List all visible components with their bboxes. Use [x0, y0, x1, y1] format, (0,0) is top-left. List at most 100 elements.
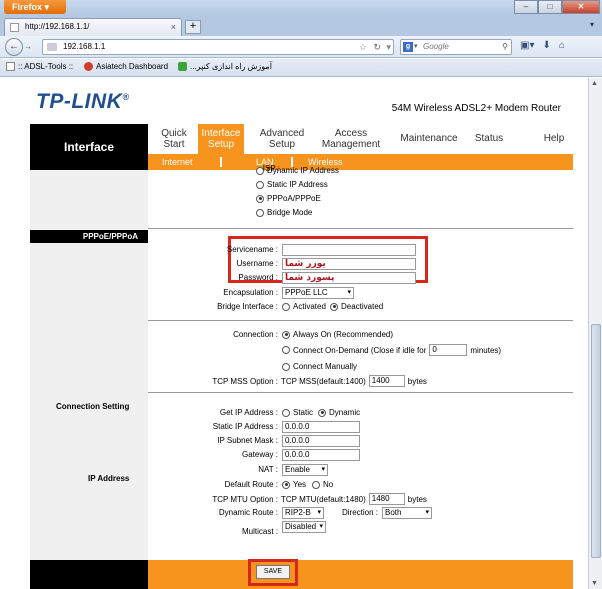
search-icon[interactable]: ⚲ — [502, 40, 508, 54]
bookmark-star-icon[interactable]: ☆ — [359, 40, 367, 54]
bookmark-adsl-tools[interactable]: :: ADSL-Tools :: — [6, 62, 73, 71]
bookmark-asiatech[interactable]: Asiatech Dashboard — [84, 62, 168, 71]
menu-label: Start — [163, 139, 185, 150]
default-route-no-option[interactable]: No — [312, 480, 333, 489]
radio[interactable] — [256, 180, 264, 189]
direction-label: Direction : — [341, 508, 378, 517]
back-button[interactable]: ← — [5, 38, 23, 56]
option-label: Dynamic — [329, 408, 361, 417]
maximize-icon[interactable]: □ — [538, 0, 562, 14]
direction-select[interactable]: Both — [382, 507, 432, 519]
tcp-mss-default-text: TCP MSS(default:1400) — [281, 376, 366, 386]
form-content: ISP : Dynamic IP Address Static IP Addre… — [148, 164, 573, 589]
url-bar[interactable]: 192.168.1.1 ☆ ↻ ▾ — [42, 39, 394, 55]
radio[interactable] — [282, 302, 290, 311]
isp-pppoa-option[interactable]: PPPoA/PPPoE — [256, 194, 321, 203]
radio[interactable] — [256, 166, 264, 175]
radio[interactable] — [256, 208, 264, 217]
search-placeholder: Google — [423, 42, 449, 51]
default-route-yes-option[interactable]: Yes — [282, 480, 306, 489]
encapsulation-select[interactable]: PPPoE LLC — [282, 287, 354, 299]
menu-help[interactable]: Help — [542, 133, 566, 144]
tab-list-icon[interactable]: ▾ — [590, 20, 594, 29]
home-icon[interactable]: ⌂ — [559, 40, 565, 51]
option-label: Static IP Address — [267, 180, 328, 189]
vertical-scrollbar[interactable]: ▲ ▼ — [588, 78, 602, 589]
forward-button[interactable]: → — [24, 41, 36, 53]
menu-status[interactable]: Status — [474, 133, 504, 144]
get-ip-dynamic-option[interactable]: Dynamic — [318, 408, 360, 417]
scrollbar-thumb[interactable] — [591, 324, 601, 558]
conn-always-on-option[interactable]: Always On (Recommended) — [282, 330, 393, 339]
scroll-up-icon[interactable]: ▲ — [591, 80, 598, 87]
gateway-input[interactable]: 0.0.0.0 — [282, 449, 360, 461]
browser-tab[interactable]: http://192.168.1.1/ × — [4, 18, 182, 36]
reload-icon[interactable]: ↻ — [373, 40, 381, 54]
tcp-mtu-input[interactable]: 1480 — [368, 493, 405, 505]
firefox-menu-button[interactable]: Firefox ▾ — [4, 0, 66, 14]
bookmarks-menu-icon[interactable]: ▣▾ — [520, 40, 534, 51]
save-button[interactable]: SAVE — [256, 565, 290, 579]
radio[interactable] — [282, 408, 290, 417]
radio-selected[interactable] — [318, 408, 326, 417]
minimize-icon[interactable]: – — [514, 0, 538, 14]
radio-selected[interactable] — [282, 480, 290, 489]
option-label: Static — [293, 408, 314, 417]
menu-quick-start[interactable]: Quick Start — [154, 128, 194, 150]
nat-select[interactable]: Enable — [282, 464, 328, 476]
tcp-mss-label: TCP MSS Option : — [212, 376, 278, 386]
radio[interactable] — [312, 480, 320, 489]
subnet-mask-input[interactable]: 0.0.0.0 — [282, 435, 360, 447]
bookmark-kenper[interactable]: ...آموزش راه اندازی کنپر — [178, 62, 272, 71]
multicast-label: Multicast : — [241, 527, 278, 536]
password-label: Password : — [238, 273, 278, 282]
servicename-input[interactable] — [282, 244, 416, 256]
bridge-deactivated-option[interactable]: Deactivated — [330, 302, 383, 311]
bookmark-label: :: ADSL-Tools :: — [18, 62, 74, 71]
submenu-internet[interactable]: Internet — [162, 157, 193, 167]
static-ip-input[interactable]: 0.0.0.0 — [282, 421, 360, 433]
isp-static-option[interactable]: Static IP Address — [256, 180, 328, 189]
multicast-select[interactable]: Disabled — [282, 521, 326, 533]
conn-on-demand-option[interactable]: Connect On-Demand (Close if idle for 0 m… — [282, 344, 501, 356]
bookmarks-toolbar: :: ADSL-Tools :: Asiatech Dashboard ...آ… — [0, 59, 602, 77]
menu-interface-setup[interactable]: Interface Setup — [198, 124, 244, 154]
isp-dynamic-option[interactable]: Dynamic IP Address — [256, 166, 339, 175]
close-tab-icon[interactable]: × — [171, 19, 176, 35]
search-engine-dropdown-icon[interactable]: ▾ — [414, 40, 418, 54]
bookmark-label: Asiatech Dashboard — [96, 62, 169, 71]
username-input[interactable]: یوزر شما — [282, 258, 416, 270]
menu-maintenance[interactable]: Maintenance — [398, 133, 460, 144]
tcp-mtu-row: TCP MTU Option : TCP MTU(default:1480) 1… — [188, 493, 427, 505]
nat-label: NAT : — [258, 465, 278, 474]
radio-selected[interactable] — [256, 194, 264, 203]
tab-title: http://192.168.1.1/ — [25, 22, 90, 31]
tcp-mss-input[interactable]: 1400 — [368, 375, 405, 387]
option-label: Deactivated — [341, 302, 384, 311]
site-identity-icon[interactable] — [47, 43, 57, 51]
stop-icon[interactable]: ▾ — [386, 40, 391, 54]
new-tab-button[interactable]: + — [185, 20, 201, 34]
scroll-down-icon[interactable]: ▼ — [591, 580, 598, 587]
google-logo-icon[interactable]: g — [403, 42, 413, 52]
conn-manual-option[interactable]: Connect Manually — [282, 362, 357, 371]
radio-selected[interactable] — [282, 330, 290, 339]
get-ip-static-option[interactable]: Static — [282, 408, 313, 417]
tp-link-logo: TP-LINK® — [36, 90, 129, 114]
menu-advanced-setup[interactable]: Advanced Setup — [256, 128, 308, 150]
router-footer — [30, 560, 573, 589]
bridge-activated-option[interactable]: Activated — [282, 302, 326, 311]
radio[interactable] — [282, 346, 290, 354]
close-window-icon[interactable]: ✕ — [562, 0, 600, 14]
radio-selected[interactable] — [330, 302, 338, 311]
idle-minutes-input[interactable]: 0 — [429, 344, 468, 356]
footer-left-block — [30, 560, 148, 589]
menu-access-management[interactable]: Access Management — [320, 128, 382, 150]
brand-name: TP-LINK — [36, 90, 123, 113]
radio[interactable] — [282, 362, 290, 371]
search-box[interactable]: g ▾ Google ⚲ — [400, 39, 512, 55]
isp-bridge-option[interactable]: Bridge Mode — [256, 208, 312, 217]
password-input[interactable]: پسورد شما — [282, 272, 416, 284]
downloads-icon[interactable]: ⬇ — [542, 40, 550, 51]
username-label: Username : — [236, 259, 278, 268]
